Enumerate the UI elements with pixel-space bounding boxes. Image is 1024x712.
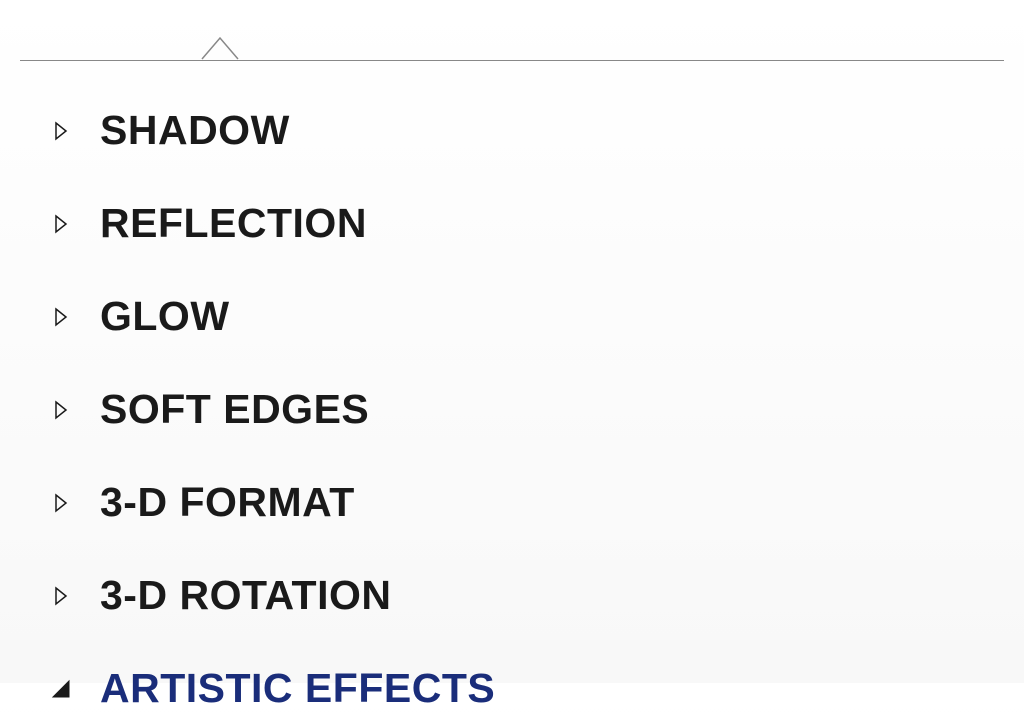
menu-label: SOFT EDGES bbox=[100, 386, 369, 433]
expand-collapsed-icon bbox=[50, 213, 72, 235]
menu-item-soft-edges[interactable]: SOFT EDGES bbox=[50, 386, 1024, 433]
menu-item-glow[interactable]: GLOW bbox=[50, 293, 1024, 340]
menu-label: SHADOW bbox=[100, 107, 290, 154]
menu-item-3d-format[interactable]: 3-D FORMAT bbox=[50, 479, 1024, 526]
menu-item-reflection[interactable]: REFLECTION bbox=[50, 200, 1024, 247]
menu-label: GLOW bbox=[100, 293, 230, 340]
expand-collapsed-icon bbox=[50, 399, 72, 421]
menu-label: ARTISTIC EFFECTS bbox=[100, 665, 495, 712]
expand-expanded-icon bbox=[50, 678, 72, 700]
tab-caret-icon bbox=[200, 32, 240, 60]
expand-collapsed-icon bbox=[50, 120, 72, 142]
effects-menu: SHADOW REFLECTION GLOW SOFT EDGES bbox=[0, 107, 1024, 712]
expand-collapsed-icon bbox=[50, 306, 72, 328]
horizontal-divider bbox=[20, 60, 1004, 61]
menu-label: 3-D FORMAT bbox=[100, 479, 355, 526]
menu-item-artistic-effects[interactable]: ARTISTIC EFFECTS bbox=[50, 665, 1024, 712]
expand-collapsed-icon bbox=[50, 492, 72, 514]
menu-label: 3-D ROTATION bbox=[100, 572, 391, 619]
tab-indicator-area bbox=[0, 0, 1024, 32]
menu-item-shadow[interactable]: SHADOW bbox=[50, 107, 1024, 154]
expand-collapsed-icon bbox=[50, 585, 72, 607]
menu-label: REFLECTION bbox=[100, 200, 367, 247]
menu-item-3d-rotation[interactable]: 3-D ROTATION bbox=[50, 572, 1024, 619]
